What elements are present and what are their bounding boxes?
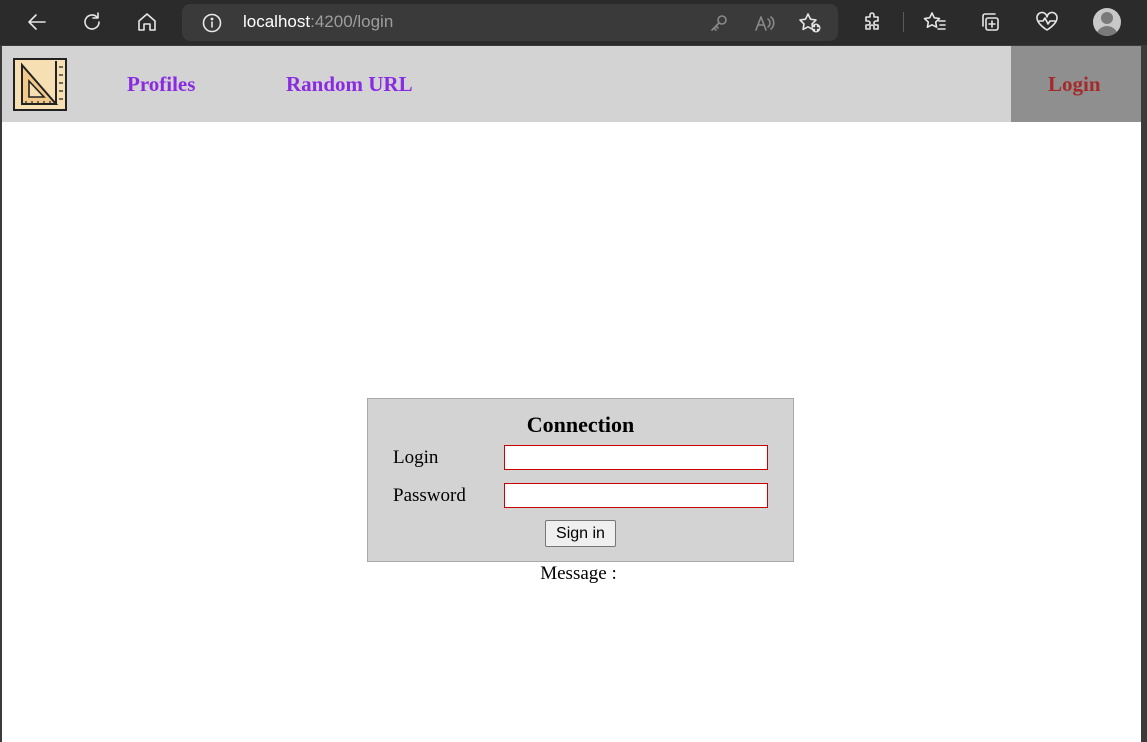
collections-button[interactable] [975,8,1005,36]
nav-link-random-url[interactable]: Random URL [286,72,413,97]
nav-link-profiles[interactable]: Profiles [127,72,195,97]
browser-health-button[interactable] [1032,8,1062,36]
set-square-logo-icon[interactable] [12,57,68,112]
home-icon [138,13,156,31]
message-label: Message : [540,563,617,584]
avatar-head [1101,12,1113,24]
info-icon [202,13,222,33]
address-url[interactable]: localhost:4200/login [243,12,393,32]
sign-in-button[interactable]: Sign in [545,520,616,547]
key-icon [711,15,727,31]
login-card-title: Connection [526,412,635,437]
favorites-icon [923,12,946,30]
favorites-button[interactable] [920,8,950,36]
add-favorite-button[interactable] [796,9,824,37]
login-card: Connection Login Password Sign in [367,398,794,562]
home-button[interactable] [132,8,162,36]
page-viewport: Profiles Random URL Login Connection Log… [2,46,1141,742]
health-icon [1036,11,1058,31]
toolbar-divider [903,12,904,32]
login-label: Login [393,447,439,468]
collections-icon [982,13,999,31]
refresh-icon [84,12,100,30]
add-favorite-icon [799,13,821,33]
address-bar[interactable]: localhost:4200/login [182,4,838,41]
extensions-icon [865,12,879,30]
password-label: Password [393,485,466,506]
read-aloud-icon [755,16,775,31]
profile-icon[interactable] [1093,8,1121,36]
password-input[interactable] [504,483,768,508]
back-button[interactable] [22,8,52,36]
password-key-button[interactable] [705,9,733,37]
app-navbar: Profiles Random URL Login [2,46,1141,122]
avatar-body [1096,26,1118,36]
refresh-button[interactable] [77,8,107,36]
extensions-button[interactable] [858,8,888,36]
message-line: Message : [367,563,794,585]
login-input[interactable] [504,445,768,470]
nav-link-login[interactable]: Login [1048,72,1101,97]
browser-toolbar: localhost:4200/login [0,0,1147,45]
back-icon [28,14,46,30]
nav-login-cell[interactable]: Login [1011,46,1141,122]
read-aloud-button[interactable] [751,9,779,37]
